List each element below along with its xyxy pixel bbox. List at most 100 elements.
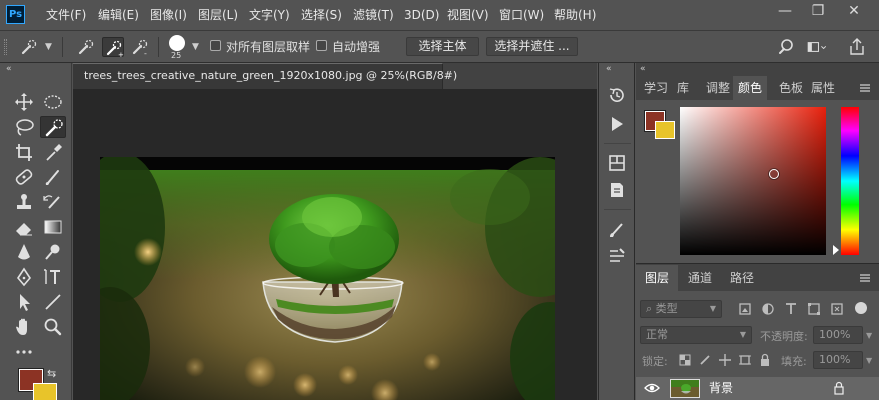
brush-picker-chevron-down-icon[interactable]: ▼ xyxy=(192,42,199,52)
select-and-mask-button[interactable]: 选择并遮住 ... xyxy=(486,37,578,56)
close-tab-icon[interactable]: × xyxy=(425,63,433,87)
tab-adjustments[interactable]: 调整 xyxy=(703,76,733,100)
tab-properties[interactable]: 属性 xyxy=(808,76,838,100)
fill-chevron-icon[interactable]: ▼ xyxy=(866,356,872,365)
eyedropper-icon[interactable] xyxy=(40,141,66,163)
filter-shape-icon[interactable] xyxy=(806,301,822,317)
background-color-swatch[interactable] xyxy=(33,383,57,400)
share-icon[interactable] xyxy=(846,37,868,57)
lock-all-icon[interactable] xyxy=(757,352,773,368)
close-window-button[interactable]: ✕ xyxy=(839,0,869,22)
quick-selection-icon[interactable] xyxy=(40,116,66,138)
select-subject-button[interactable]: 选择主体 xyxy=(406,37,479,56)
filter-smart-object-icon[interactable] xyxy=(829,301,845,317)
tool-preset-quick-selection-icon[interactable] xyxy=(18,37,40,57)
tab-layers[interactable]: 图层 xyxy=(636,265,678,292)
opacity-chevron-icon[interactable]: ▼ xyxy=(866,331,872,340)
swap-colors-icon[interactable]: ⇆ xyxy=(47,367,56,380)
lock-position-icon[interactable] xyxy=(717,352,733,368)
menu-type[interactable]: 文字(Y) xyxy=(249,0,290,31)
brush-settings-icon[interactable] xyxy=(607,220,627,240)
line-icon[interactable] xyxy=(40,291,66,313)
hand-icon[interactable] xyxy=(11,316,37,338)
eye-icon[interactable] xyxy=(644,381,660,395)
lock-pixels-brush-icon[interactable] xyxy=(697,352,713,368)
menu-layer[interactable]: 图层(L) xyxy=(198,0,238,31)
menu-help[interactable]: 帮助(H) xyxy=(554,0,596,31)
gradient-icon[interactable] xyxy=(40,216,66,238)
crop-icon[interactable] xyxy=(11,141,37,163)
color-panel-background-swatch[interactable] xyxy=(655,121,675,139)
type-icon[interactable] xyxy=(40,266,66,288)
hue-slider-handle[interactable] xyxy=(833,245,839,255)
color-picker-handle[interactable] xyxy=(769,169,779,179)
sample-all-layers-checkbox[interactable] xyxy=(210,40,221,51)
tab-channels[interactable]: 通道 xyxy=(682,265,718,292)
menu-view[interactable]: 视图(V) xyxy=(447,0,489,31)
canvas-area[interactable] xyxy=(73,89,597,400)
panels-collapse-icon[interactable]: « xyxy=(640,63,646,76)
tab-learn[interactable]: 学习 xyxy=(642,76,670,100)
color-saturation-field[interactable] xyxy=(680,107,826,255)
auto-enhance-checkbox[interactable] xyxy=(316,40,327,51)
stamp-icon[interactable] xyxy=(11,191,37,213)
toolbar-collapse-icon[interactable]: « xyxy=(6,64,12,74)
menu-window[interactable]: 窗口(W) xyxy=(499,0,544,31)
actions-play-icon[interactable] xyxy=(607,114,627,134)
menu-file[interactable]: 文件(F) xyxy=(46,0,86,31)
fill-input[interactable]: 100% xyxy=(813,351,863,369)
menu-image[interactable]: 图像(I) xyxy=(150,0,187,31)
subtract-from-selection-brush-icon[interactable]: - xyxy=(129,37,151,58)
zoom-icon[interactable] xyxy=(40,316,66,338)
lock-icon[interactable] xyxy=(832,381,846,395)
filter-pixel-icon[interactable] xyxy=(737,301,753,317)
menu-filter[interactable]: 滤镜(T) xyxy=(353,0,394,31)
dock-collapse-icon[interactable]: « xyxy=(606,64,612,74)
tab-color[interactable]: 颜色 xyxy=(733,76,767,100)
marquee-icon[interactable] xyxy=(40,91,66,113)
history-panel-icon[interactable] xyxy=(607,85,627,105)
tab-swatches[interactable]: 色板 xyxy=(776,76,806,100)
layers-panel-menu-icon[interactable] xyxy=(858,271,872,285)
pen-icon[interactable] xyxy=(11,266,37,288)
path-selection-icon[interactable] xyxy=(11,291,37,313)
brush-presets-icon[interactable] xyxy=(607,246,627,266)
brush-size-preview-icon[interactable] xyxy=(169,35,185,51)
workspace-icon[interactable] xyxy=(806,37,836,57)
eraser-icon[interactable] xyxy=(11,216,37,238)
healing-brush-icon[interactable] xyxy=(11,166,37,188)
document-tab[interactable]: trees_trees_creative_nature_green_1920x1… xyxy=(73,63,457,89)
add-to-selection-brush-icon[interactable]: + xyxy=(102,37,124,59)
lasso-icon[interactable] xyxy=(11,116,37,138)
menu-select[interactable]: 选择(S) xyxy=(301,0,342,31)
dodge-icon[interactable] xyxy=(40,241,66,263)
color-panel-menu-icon[interactable] xyxy=(858,81,872,95)
filter-toggle-switch[interactable] xyxy=(855,302,867,314)
notes-panel-icon[interactable] xyxy=(607,180,627,200)
move-icon[interactable] xyxy=(11,91,37,113)
blend-mode-select[interactable]: 正常 ▼ xyxy=(640,326,752,344)
filter-adjustment-icon[interactable] xyxy=(760,301,776,317)
document-canvas[interactable] xyxy=(100,157,555,400)
menu-edit[interactable]: 编辑(E) xyxy=(98,0,139,31)
lock-artboard-icon[interactable] xyxy=(737,352,753,368)
menu-3d[interactable]: 3D(D) xyxy=(404,0,439,31)
history-brush-icon[interactable] xyxy=(40,191,66,213)
restore-button[interactable]: ❐ xyxy=(803,0,833,22)
lock-transparent-icon[interactable] xyxy=(677,352,693,368)
filter-type-icon[interactable] xyxy=(783,301,799,317)
options-bar-grip[interactable] xyxy=(4,39,7,55)
new-selection-brush-icon[interactable] xyxy=(75,37,97,57)
tab-libraries[interactable]: 库 xyxy=(672,76,694,100)
opacity-input[interactable]: 100% xyxy=(813,326,863,344)
layer-name[interactable]: 背景 xyxy=(709,377,733,400)
hue-slider[interactable] xyxy=(841,107,859,255)
blur-icon[interactable] xyxy=(11,241,37,263)
tab-paths[interactable]: 路径 xyxy=(724,265,760,292)
tool-preset-chevron-down-icon[interactable]: ▼ xyxy=(45,42,52,52)
minimize-button[interactable]: — xyxy=(770,0,800,22)
brush-icon[interactable] xyxy=(40,166,66,188)
properties-panel-icon[interactable] xyxy=(607,153,627,173)
layer-filter-select[interactable]: ⌕ 类型 ▼ xyxy=(640,300,722,318)
search-icon[interactable] xyxy=(777,37,799,57)
